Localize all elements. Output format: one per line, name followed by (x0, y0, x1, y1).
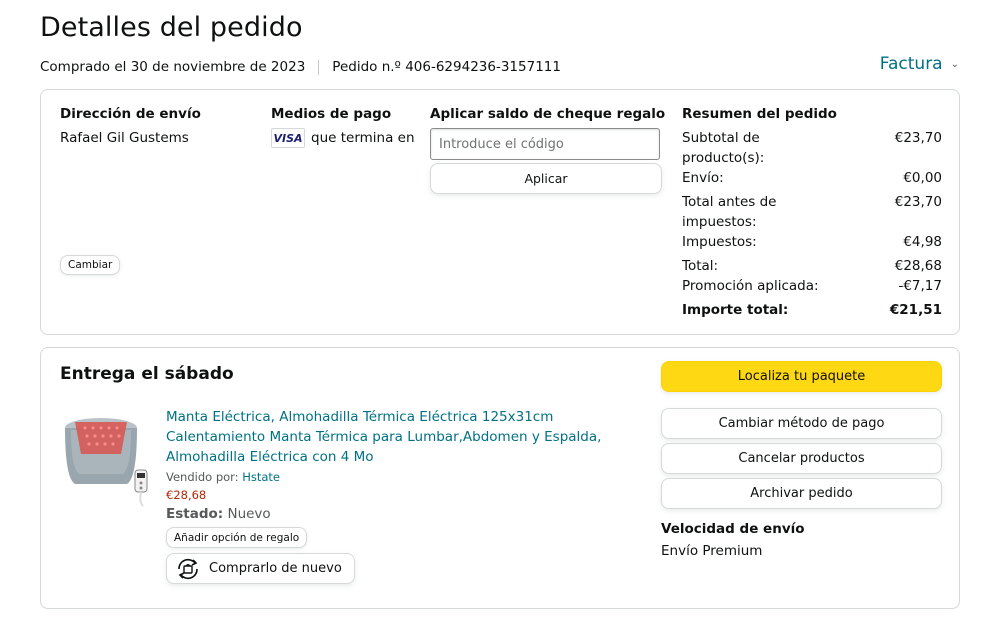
payment-method-section: Medios de pago VISA que termina en (271, 106, 421, 148)
summary-label: Promoción aplicada: (682, 278, 819, 294)
add-gift-option-button[interactable]: Añadir opción de regalo (166, 527, 308, 548)
summary-label: Subtotal de producto(s): (682, 130, 765, 166)
summary-row-total: Total: €28,68 (682, 256, 942, 276)
summary-label: Impuestos: (682, 234, 757, 250)
product-condition: Estado: Nuevo (166, 506, 636, 522)
summary-label: Envío: (682, 170, 724, 186)
product-price: €28,68 (166, 488, 207, 502)
summary-row-subtotal: Subtotal de producto(s): €23,70 (682, 128, 942, 168)
order-meta: Comprado el 30 de noviembre de 2023 Pedi… (40, 59, 561, 75)
summary-label: Importe total: (682, 302, 789, 318)
apply-gift-button[interactable]: Aplicar (430, 163, 662, 194)
change-payment-button[interactable]: Cambiar método de pago (661, 408, 942, 439)
change-address-button[interactable]: Cambiar (60, 255, 121, 275)
summary-value: €4,98 (903, 234, 942, 250)
recipient-name: Rafael Gil Gustems (60, 130, 189, 146)
summary-row-shipping: Envío: €0,00 (682, 168, 942, 188)
order-date: Comprado el 30 de noviembre de 2023 (40, 59, 306, 75)
seller-link[interactable]: Hstate (242, 470, 280, 484)
payment-heading: Medios de pago (271, 106, 392, 122)
visa-icon: VISA (271, 128, 305, 148)
shipping-address-section: Dirección de envío Rafael Gil Gustems (60, 106, 260, 148)
summary-value: €0,00 (903, 170, 942, 186)
summary-row-pretax: Total antes de impuestos: €23,70 (682, 192, 942, 232)
gift-code-input[interactable] (430, 128, 660, 160)
condition-label: Estado: (166, 506, 224, 522)
summary-value: -€7,17 (898, 278, 942, 294)
product-info: Manta Eléctrica, Almohadilla Térmica Elé… (166, 407, 636, 584)
summary-value: €21,51 (889, 302, 942, 318)
summary-label: Total antes de impuestos: (682, 194, 777, 230)
sold-by: Vendido por: Hstate (166, 470, 636, 484)
condition-value: Nuevo (227, 506, 271, 522)
delivery-title: Entrega el sábado (60, 364, 234, 384)
summary-value: €23,70 (894, 194, 942, 210)
track-package-button[interactable]: Localiza tu paquete (661, 361, 942, 392)
product-title-link[interactable]: Manta Eléctrica, Almohadilla Térmica Elé… (166, 407, 636, 467)
gift-card-section: Aplicar saldo de cheque regalo Aplicar (430, 106, 666, 194)
summary-value: €28,68 (894, 258, 942, 274)
invoice-dropdown[interactable]: Factura ⌄ (880, 54, 959, 74)
summary-row-tax: Impuestos: €4,98 (682, 232, 942, 252)
summary-value: €23,70 (894, 130, 942, 146)
summary-row-grand-total: Importe total: €21,51 (682, 300, 942, 320)
shipping-speed-heading: Velocidad de envío (661, 521, 805, 537)
gift-heading: Aplicar saldo de cheque regalo (430, 106, 666, 122)
buy-again-label: Comprarlo de nuevo (209, 561, 342, 576)
order-totals-section: Resumen del pedido Subtotal de producto(… (682, 106, 942, 320)
shipping-heading: Dirección de envío (60, 106, 201, 122)
product-image[interactable] (61, 408, 153, 508)
card-ending-text: que termina en (311, 130, 415, 146)
sold-by-label: Vendido por: (166, 470, 239, 484)
chevron-down-icon: ⌄ (950, 58, 959, 70)
cancel-items-button[interactable]: Cancelar productos (661, 443, 942, 474)
order-actions: Localiza tu paquete Cambiar método de pa… (661, 361, 942, 559)
summary-label: Total: (682, 258, 719, 274)
order-number: Pedido n.º 406-6294236-3157111 (332, 59, 561, 75)
summary-row-promotion: Promoción aplicada: -€7,17 (682, 276, 942, 296)
delivery-card: Entrega el sábado Manta Eléctrica, Almoh… (40, 347, 960, 609)
payment-card: VISA que termina en (271, 128, 421, 148)
page-title: Detalles del pedido (40, 12, 303, 43)
archive-order-button[interactable]: Archivar pedido (661, 478, 942, 509)
invoice-label: Factura (879, 54, 943, 74)
buy-again-button[interactable]: Comprarlo de nuevo (166, 553, 355, 584)
meta-divider (318, 59, 320, 75)
order-summary-card: Dirección de envío Rafael Gil Gustems Ca… (40, 89, 960, 335)
summary-heading: Resumen del pedido (682, 106, 837, 122)
shipping-speed-value: Envío Premium (661, 543, 763, 559)
buy-again-icon (178, 558, 198, 579)
